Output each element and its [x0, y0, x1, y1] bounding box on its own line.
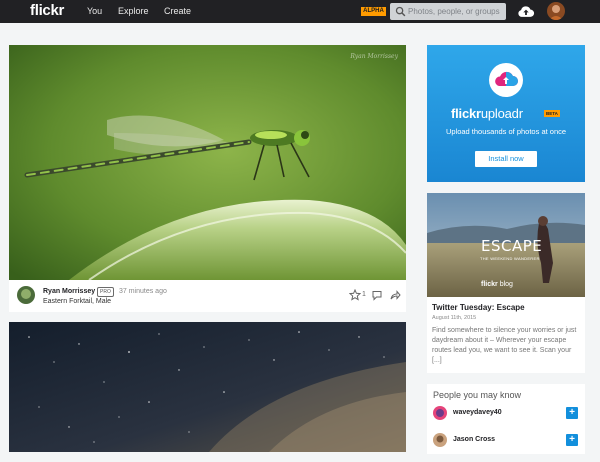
person-row: Jason Cross +: [433, 433, 581, 449]
pro-badge: PRO: [97, 287, 114, 297]
fave-count: 1: [362, 291, 366, 298]
user-avatar[interactable]: [547, 2, 565, 20]
upload-cloud-icon[interactable]: [517, 4, 535, 18]
person-name[interactable]: Jason Cross: [453, 436, 495, 443]
nav-explore[interactable]: Explore: [118, 6, 149, 16]
beta-badge: BETA: [544, 110, 560, 117]
blog-image-subline: THE WEEKEND WANDERER: [480, 256, 540, 261]
blog-date: August 11th, 2015: [432, 315, 477, 321]
blog-title[interactable]: Twitter Tuesday: Escape: [432, 303, 525, 312]
feed-photo-night-sky[interactable]: [9, 322, 406, 452]
share-icon[interactable]: [389, 289, 401, 301]
alpha-badge: ALPHA: [361, 7, 386, 16]
author-avatar[interactable]: [17, 286, 35, 304]
follow-button[interactable]: +: [566, 434, 578, 446]
uploadr-logo-icon: [489, 63, 523, 97]
blog-post-image[interactable]: ESCAPE THE WEEKEND WANDERER flickr blog: [427, 193, 585, 297]
uploadr-promo-card: flickruploadr BETA Upload thousands of p…: [427, 45, 585, 182]
flickr-logo[interactable]: flickr: [30, 2, 64, 19]
people-heading: People you may know: [433, 390, 522, 400]
uploadr-title: flickruploadr: [451, 106, 523, 121]
follow-button[interactable]: +: [566, 407, 578, 419]
author-name[interactable]: Ryan Morrissey: [43, 288, 95, 295]
comment-icon[interactable]: [371, 289, 383, 301]
nav-you[interactable]: You: [87, 6, 102, 16]
person-avatar[interactable]: [433, 406, 447, 420]
people-you-may-know-card: People you may know waveydavey40 + Jason…: [427, 384, 585, 454]
blog-image-headline: ESCAPE: [481, 237, 543, 255]
search-box[interactable]: [390, 3, 506, 20]
nav-create[interactable]: Create: [164, 6, 191, 16]
search-icon[interactable]: [395, 6, 406, 17]
photo-watermark: Ryan Morrissey: [350, 53, 398, 60]
search-input[interactable]: [408, 5, 502, 18]
person-row: waveydavey40 +: [433, 406, 581, 422]
blog-post-card[interactable]: ESCAPE THE WEEKEND WANDERER flickr blog …: [427, 193, 585, 373]
uploadr-subtitle: Upload thousands of photos at once: [445, 127, 567, 136]
photo-info-bar: Ryan Morrissey PRO 37 minutes ago Easter…: [9, 280, 406, 312]
install-now-button[interactable]: Install now: [475, 151, 537, 167]
person-avatar[interactable]: [433, 433, 447, 447]
flickr-blog-mark: flickr blog: [481, 281, 513, 288]
top-navigation-bar: flickr You Explore Create ALPHA: [0, 0, 600, 23]
star-icon[interactable]: [349, 289, 361, 301]
person-name[interactable]: waveydavey40: [453, 409, 502, 416]
feed-photo-dragonfly[interactable]: Ryan Morrissey: [9, 45, 406, 280]
photo-title[interactable]: Eastern Forktail, Male: [43, 298, 111, 305]
post-time: 37 minutes ago: [119, 288, 167, 295]
blog-excerpt: Find somewhere to silence your worries o…: [432, 327, 577, 364]
